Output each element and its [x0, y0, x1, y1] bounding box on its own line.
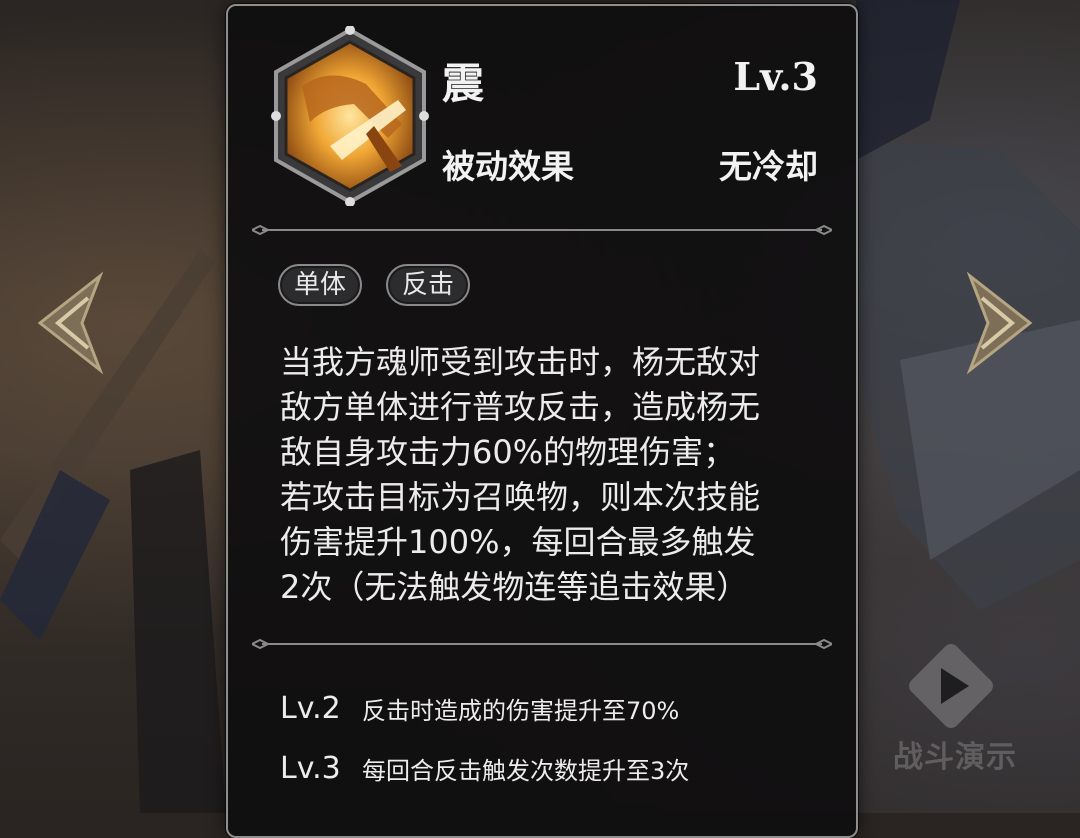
- skill-type: 被动效果: [442, 147, 574, 186]
- skill-cooldown: 无冷却: [719, 147, 818, 186]
- level-row: Lv.3 每回合反击触发次数提升至3次: [280, 738, 840, 798]
- battle-demo-button[interactable]: 战斗演示: [880, 630, 1030, 780]
- divider-bottom: [252, 638, 832, 650]
- divider-top: [252, 224, 832, 236]
- skill-tags: 单体 反击: [278, 264, 471, 306]
- level-effect: 每回合反击触发次数提升至3次: [362, 756, 690, 785]
- battle-demo-label: 战斗演示: [893, 740, 1017, 775]
- skill-detail-panel: 震 Lv.3 被动效果 无冷却 单体 反击 当我方魂师受到攻击时，杨无敌对 敌方…: [226, 4, 858, 838]
- level-name: Lv.2: [280, 690, 341, 726]
- level-row: Lv.2 反击时造成的伤害提升至70%: [280, 678, 840, 738]
- skill-name: 震: [442, 59, 485, 108]
- previous-arrow-icon[interactable]: [30, 268, 110, 378]
- next-arrow-icon[interactable]: [960, 268, 1040, 378]
- tag-counterattack: 反击: [386, 264, 471, 306]
- tag-single-target: 单体: [278, 264, 363, 306]
- skill-level: Lv.3: [733, 54, 818, 99]
- level-upgrades: Lv.2 反击时造成的伤害提升至70% Lv.3 每回合反击触发次数提升至3次: [280, 678, 840, 798]
- skill-description: 当我方魂师受到攻击时，杨无敌对 敌方单体进行普攻反击，造成杨无 敌自身攻击力60…: [280, 343, 761, 606]
- level-effect: 反击时造成的伤害提升至70%: [362, 696, 680, 725]
- level-name: Lv.3: [280, 750, 341, 786]
- skill-icon: [271, 26, 429, 206]
- play-icon: [909, 644, 993, 728]
